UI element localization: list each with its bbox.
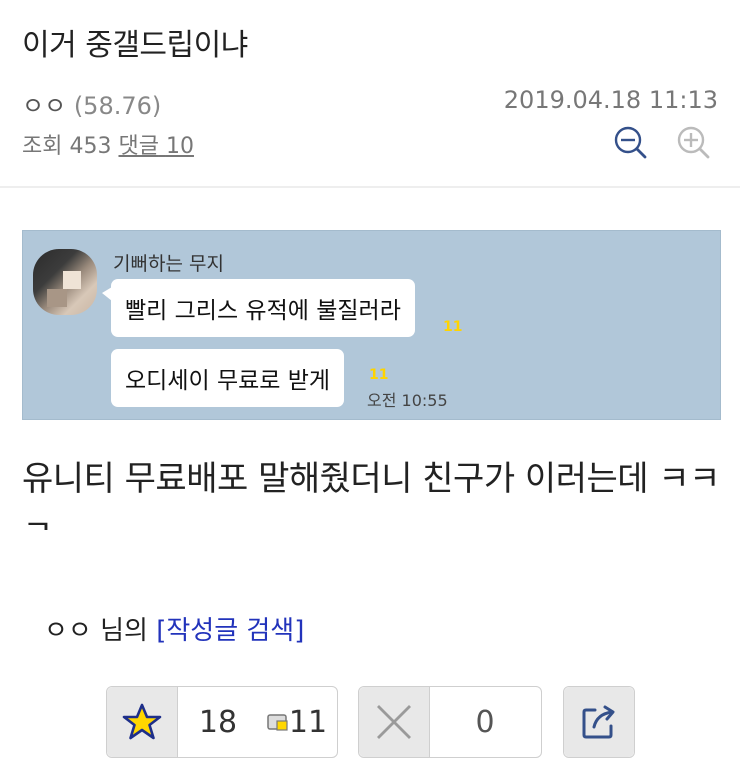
fixed-count-cell: 11 xyxy=(258,687,336,757)
comments-link[interactable]: 댓글 10 xyxy=(118,134,193,159)
avatar xyxy=(33,249,97,315)
author-search-suffix: 님의 xyxy=(100,616,148,646)
post-body-text: 유니티 무료배포 말해줬더니 친구가 이러는데 ㅋㅋㅋ xyxy=(22,459,720,530)
fixed-nick-icon xyxy=(267,714,288,731)
author-search: ㅇㅇ 님의 [작성글 검색] xyxy=(44,610,304,647)
zoom-out-icon[interactable] xyxy=(612,124,648,160)
dislike-button[interactable]: 0 xyxy=(358,686,542,758)
views-label: 조회 xyxy=(22,134,63,159)
star-icon[interactable] xyxy=(107,687,178,757)
dislike-count: 0 xyxy=(475,704,495,740)
chat-screenshot: 기뻐하는 무지 빨리 그리스 유적에 불질러라 11 오디세이 무료로 받게 1… xyxy=(22,230,721,420)
comments-label[interactable]: 댓글 xyxy=(118,134,158,159)
recommend-button[interactable]: 18 11 xyxy=(106,686,338,758)
post-meta: 조회 453 댓글 10 xyxy=(22,128,194,160)
zoom-in-icon[interactable] xyxy=(675,124,711,160)
unread-count: 11 xyxy=(443,319,463,335)
comments-count[interactable]: 10 xyxy=(166,134,194,159)
post-author[interactable]: ㅇㅇ (58.76) xyxy=(22,86,161,121)
post-title: 이거 중갤드립이냐 xyxy=(22,28,248,63)
author-name[interactable]: ㅇㅇ xyxy=(22,92,66,120)
author-search-link[interactable]: [작성글 검색] xyxy=(156,616,304,646)
chat-time: 오전 10:55 xyxy=(367,391,448,410)
author-score: (58.76) xyxy=(73,92,162,120)
share-icon[interactable] xyxy=(564,687,634,757)
post-date: 2019.04.18 11:13 xyxy=(503,86,718,114)
header-divider xyxy=(0,186,740,188)
recommend-count: 18 xyxy=(198,704,238,740)
dislike-count-cell: 0 xyxy=(430,687,540,757)
unread-count: 11 xyxy=(369,367,389,383)
chat-bubble: 빨리 그리스 유적에 불질러라 xyxy=(102,279,415,337)
chat-sender: 기뻐하는 무지 xyxy=(113,253,224,275)
chat-bubble: 오디세이 무료로 받게 xyxy=(111,349,345,407)
fixed-count: 11 xyxy=(288,704,328,740)
author-search-name: ㅇㅇ xyxy=(44,616,92,646)
recommend-count-cell: 18 xyxy=(178,687,258,757)
views-count: 453 xyxy=(69,134,112,159)
share-button[interactable] xyxy=(563,686,635,758)
x-icon[interactable] xyxy=(359,687,430,757)
